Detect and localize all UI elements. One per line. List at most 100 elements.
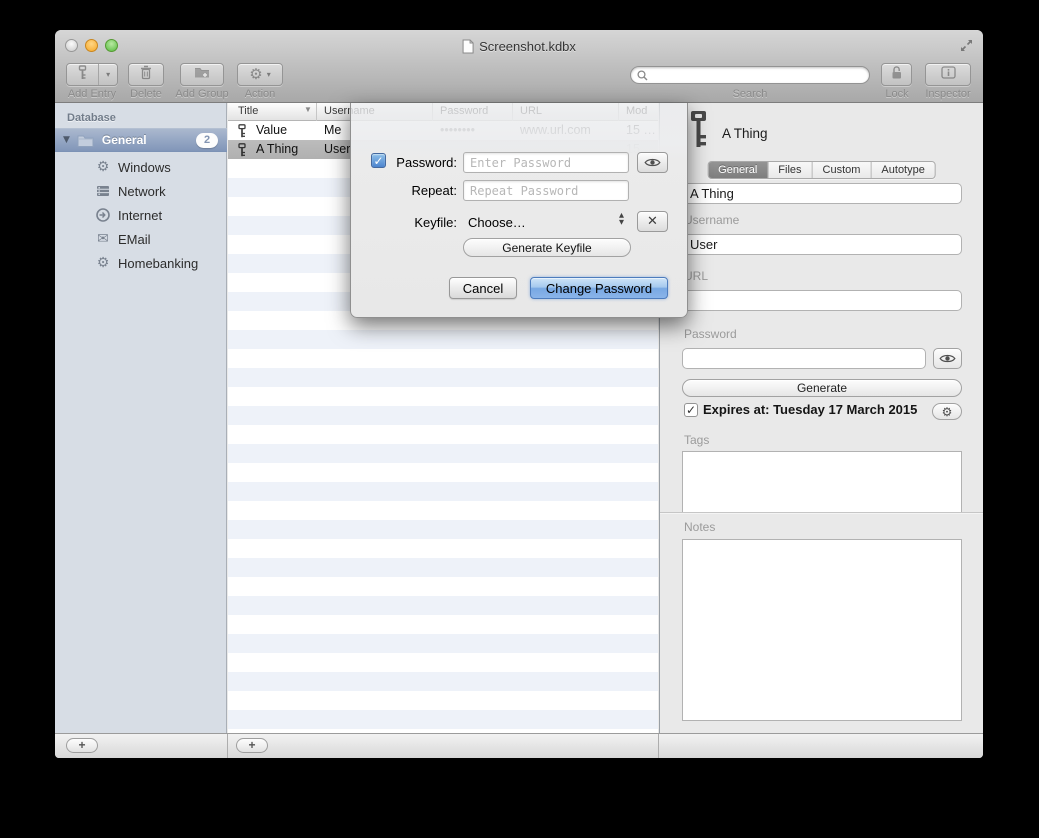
key-icon — [237, 143, 247, 162]
search-field[interactable] — [630, 66, 870, 84]
sidebar-section-header: Database — [67, 112, 116, 124]
enter-password-input[interactable] — [463, 152, 629, 173]
inspector-entry-title: A Thing — [722, 126, 768, 141]
inspector-label: Inspector — [921, 88, 975, 100]
notes-label: Notes — [684, 520, 715, 534]
username-field[interactable] — [682, 234, 962, 255]
sidebar-item-label: Internet — [118, 208, 162, 223]
sidebar-item-network[interactable]: Network — [55, 179, 227, 203]
change-password-label: Change Password — [546, 281, 652, 296]
disclosure-triangle-icon[interactable]: ▼ — [63, 135, 70, 145]
trash-icon — [140, 65, 152, 85]
inspector-tabs: General Files Custom Autotype — [707, 161, 936, 179]
minimize-button[interactable] — [85, 39, 98, 52]
server-icon — [95, 185, 111, 197]
sidebar-item-label: EMail — [118, 232, 151, 247]
action-button[interactable]: ⚙ ▾ — [237, 63, 283, 86]
pane-divider — [658, 734, 659, 758]
gear-icon: ⚙ — [95, 255, 111, 271]
change-password-button[interactable]: Change Password — [530, 277, 668, 299]
title-field[interactable] — [682, 183, 962, 204]
sidebar-item-internet[interactable]: Internet — [55, 203, 227, 227]
inspector-button[interactable] — [925, 63, 971, 86]
window-header: Screenshot.kdbx ▾ Add Entry Delete — [55, 30, 983, 103]
stepper-icon[interactable]: ▲ ▼ — [619, 212, 624, 226]
expires-checkbox[interactable]: ✓ — [684, 403, 698, 417]
expires-label: Expires at: Tuesday 17 March 2015 — [703, 402, 917, 417]
password-label: Password — [684, 327, 737, 341]
password-field[interactable] — [682, 348, 926, 369]
sidebar-item-label: Network — [118, 184, 166, 199]
url-field[interactable] — [682, 290, 962, 311]
window-title: Screenshot.kdbx — [479, 39, 576, 54]
folder-plus-icon — [194, 66, 210, 84]
search-icon — [637, 70, 648, 81]
password-enabled-checkbox[interactable]: ✓ — [371, 153, 386, 168]
sidebar-item-label: Windows — [118, 160, 171, 175]
reveal-password-button[interactable] — [637, 152, 668, 173]
cancel-button[interactable]: Cancel — [449, 277, 517, 299]
globe-icon — [95, 208, 111, 222]
cell-username: Me — [324, 123, 341, 137]
sidebar-group-general[interactable]: ▼ General 2 — [55, 128, 227, 152]
add-entry-label: Add Entry — [66, 88, 118, 100]
column-divider[interactable] — [316, 103, 317, 121]
gear-icon: ⚙ — [942, 406, 953, 418]
delete-button[interactable] — [128, 63, 164, 86]
footer-bar: + + — [55, 733, 983, 758]
section-divider — [660, 512, 983, 513]
cell-title: Value — [256, 123, 287, 137]
generate-keyfile-button[interactable]: Generate Keyfile — [463, 238, 631, 257]
expires-row: ✓ Expires at: Tuesday 17 March 2015 — [684, 402, 917, 417]
show-password-button[interactable] — [933, 348, 962, 369]
cancel-label: Cancel — [463, 281, 503, 296]
stepper-down-icon[interactable]: ▼ — [619, 219, 624, 226]
chevron-down-icon: ▾ — [267, 70, 271, 79]
eye-icon — [939, 353, 956, 364]
generate-password-button[interactable]: Generate — [682, 379, 962, 397]
tab-custom[interactable]: Custom — [812, 162, 871, 178]
chevron-down-icon[interactable]: ▾ — [99, 70, 117, 79]
sort-indicator-icon: ▼ — [304, 105, 312, 114]
zoom-button[interactable] — [105, 39, 118, 52]
username-label: Username — [684, 213, 739, 227]
document-proxy-icon — [462, 39, 474, 54]
close-icon: ✕ — [647, 214, 658, 229]
key-icon-large — [686, 109, 711, 154]
close-button[interactable] — [65, 39, 78, 52]
tab-files[interactable]: Files — [767, 162, 811, 178]
add-group-button[interactable] — [180, 63, 224, 86]
tab-autotype[interactable]: Autotype — [870, 162, 934, 178]
envelope-icon: ✉ — [95, 231, 111, 247]
sidebar-group-label: General — [102, 133, 147, 147]
key-icon — [67, 65, 98, 85]
pane-divider — [227, 734, 228, 758]
fullscreen-icon[interactable] — [959, 38, 974, 53]
sidebar-item-email[interactable]: ✉ EMail — [55, 227, 227, 251]
delete-label: Delete — [117, 88, 175, 100]
notes-input[interactable] — [682, 539, 962, 721]
cell-title: A Thing — [256, 142, 298, 156]
sidebar: Database ▼ General 2 ⚙ Windows Network I… — [55, 103, 227, 733]
expires-options-button[interactable]: ⚙ — [932, 403, 962, 420]
lock-button[interactable] — [881, 63, 912, 86]
tags-input[interactable] — [682, 451, 962, 512]
tags-label: Tags — [684, 433, 709, 447]
dialog-keyfile-label: Keyfile: — [387, 215, 457, 230]
sidebar-item-windows[interactable]: ⚙ Windows — [55, 155, 227, 179]
add-group-label: Add Group — [171, 88, 233, 100]
keyfile-popup[interactable]: Choose… — [468, 215, 526, 230]
sidebar-item-homebanking[interactable]: ⚙ Homebanking — [55, 251, 227, 275]
tab-general[interactable]: General — [708, 162, 767, 178]
search-input[interactable] — [648, 69, 858, 81]
titlebar: Screenshot.kdbx — [462, 39, 576, 54]
change-password-dialog: ✓ Password: Repeat: Keyfile: Choose… ▲ ▼… — [350, 103, 688, 318]
column-header-title[interactable]: Title — [238, 105, 258, 117]
eye-icon — [644, 157, 661, 168]
add-group-footer-button[interactable]: + — [66, 738, 98, 753]
add-entry-button[interactable]: ▾ — [66, 63, 118, 86]
add-entry-footer-button[interactable]: + — [236, 738, 268, 753]
generate-keyfile-label: Generate Keyfile — [502, 241, 591, 255]
clear-keyfile-button[interactable]: ✕ — [637, 211, 668, 232]
repeat-password-input[interactable] — [463, 180, 629, 201]
